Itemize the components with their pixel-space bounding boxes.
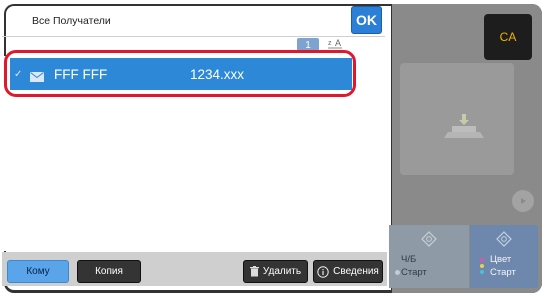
info-button[interactable]: Сведения — [313, 260, 383, 283]
bw-start-label: Ч/Б — [401, 254, 417, 265]
copy-button[interactable]: Копия — [77, 260, 141, 283]
color-start-label-2: Старт — [490, 267, 516, 278]
trash-icon — [249, 266, 259, 277]
delete-button-label: Удалить — [262, 266, 302, 277]
info-icon — [317, 265, 329, 278]
page-title: Все Получатели — [32, 15, 111, 27]
scan-icon — [442, 110, 486, 140]
svg-text:A: A — [335, 38, 341, 48]
info-button-label: Сведения — [333, 266, 379, 277]
color-start-button[interactable]: Цвет Старт — [470, 225, 538, 288]
list-scrollbar[interactable] — [356, 58, 383, 248]
start-diamond-icon — [496, 231, 512, 250]
selection-highlight — [4, 50, 356, 97]
color-indicator-icon — [480, 258, 486, 276]
clear-all-button[interactable]: CA — [484, 14, 532, 60]
to-button[interactable]: Кому — [7, 260, 69, 283]
delete-button[interactable]: Удалить — [243, 260, 308, 283]
svg-text:z: z — [328, 40, 332, 47]
bw-indicator — [395, 270, 400, 275]
color-start-label: Цвет — [490, 254, 512, 265]
bw-start-button[interactable]: Ч/Б Старт — [389, 225, 469, 288]
preview-play-icon[interactable] — [512, 190, 534, 212]
bw-start-label-2: Старт — [401, 267, 427, 278]
ok-button[interactable]: OK — [351, 6, 382, 34]
start-diamond-icon — [421, 231, 437, 250]
